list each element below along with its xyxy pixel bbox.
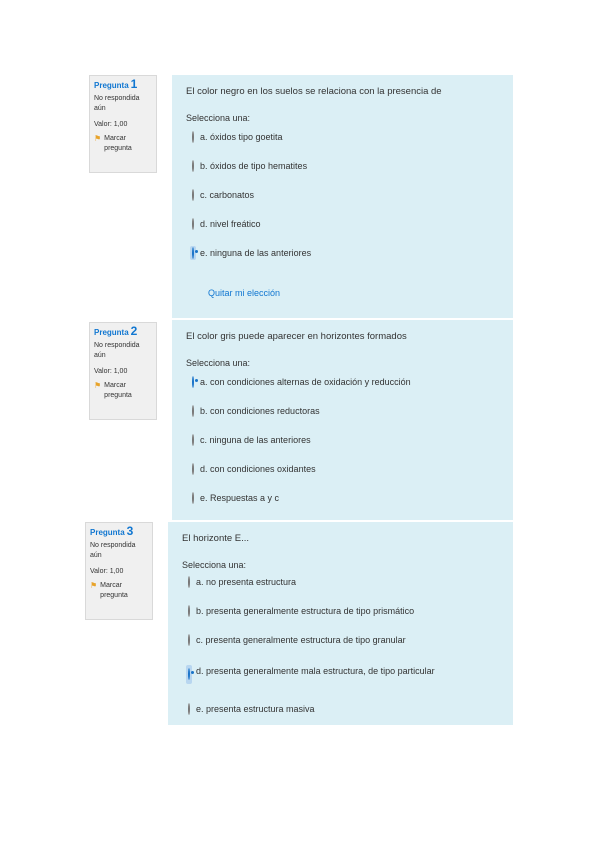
answer-option-b[interactable]: b. óxidos de tipo hematites: [192, 160, 308, 172]
question-text: El horizonte E...: [182, 533, 250, 544]
answer-option-label: b. presenta generalmente estructura de t…: [196, 606, 415, 616]
question-label: Pregunta: [94, 328, 129, 337]
question-value: Valor: 1,00: [90, 568, 124, 575]
radio-button[interactable]: [192, 218, 194, 230]
flag-icon: ⚑: [90, 581, 98, 590]
question-status: No respondida aún: [90, 542, 136, 559]
answer-option-c[interactable]: c. ninguna de las anteriores: [192, 434, 311, 446]
answer-option-e[interactable]: e. Respuestas a y c: [192, 492, 280, 504]
answer-option-label: e. ninguna de las anteriores: [200, 248, 312, 258]
question-content-1: El color negro en los suelos se relacion…: [172, 75, 513, 318]
radio-button[interactable]: [192, 434, 194, 446]
answer-option-e[interactable]: e. ninguna de las anteriores: [190, 246, 312, 260]
answer-prompt: Selecciona una:: [182, 560, 247, 570]
flag-question-label: Marcar pregunta: [104, 382, 132, 399]
answer-option-c[interactable]: c. presenta generalmente estructura de t…: [188, 634, 406, 646]
answer-option-label: a. no presenta estructura: [196, 577, 297, 587]
answer-option-label: a. óxidos tipo goetita: [200, 132, 283, 142]
question-status: No respondida aún: [94, 342, 140, 359]
radio-button[interactable]: [192, 463, 194, 475]
flag-icon: ⚑: [94, 134, 102, 143]
question-label: Pregunta: [90, 528, 125, 537]
answer-option-label: e. presenta estructura masiva: [196, 704, 315, 714]
question-info-1: Pregunta 1 No respondida aún Valor: 1,00…: [89, 75, 157, 173]
answer-option-label: e. Respuestas a y c: [200, 493, 280, 503]
answer-option-label: b. óxidos de tipo hematites: [200, 161, 308, 171]
flag-question-button[interactable]: ⚑ Marcar pregunta: [94, 381, 152, 401]
flag-question-label: Marcar pregunta: [104, 135, 132, 152]
radio-button-selected[interactable]: [192, 376, 194, 388]
question-info-3: Pregunta 3 No respondida aún Valor: 1,00…: [85, 522, 153, 620]
answer-option-label: d. presenta generalmente mala estructura…: [196, 666, 435, 676]
answer-option-label: c. ninguna de las anteriores: [200, 435, 311, 445]
flag-question-label: Marcar pregunta: [100, 582, 128, 599]
radio-button[interactable]: [188, 576, 190, 588]
radio-button[interactable]: [192, 131, 194, 143]
answer-option-b[interactable]: b. con condiciones reductoras: [192, 405, 320, 417]
answer-option-label: c. carbonatos: [200, 190, 255, 200]
radio-button-selected[interactable]: [188, 668, 190, 680]
radio-button[interactable]: [188, 703, 190, 715]
answer-option-label: b. con condiciones reductoras: [200, 406, 320, 416]
question-number: 1: [130, 77, 138, 91]
question-label: Pregunta: [94, 81, 129, 90]
answer-option-e[interactable]: e. presenta estructura masiva: [188, 703, 315, 715]
answer-option-a[interactable]: a. con condiciones alternas de oxidación…: [192, 376, 411, 388]
answer-option-d[interactable]: d. nivel freático: [192, 218, 261, 230]
answer-option-d[interactable]: d. con condiciones oxidantes: [192, 463, 316, 475]
flag-icon: ⚑: [94, 381, 102, 390]
flag-question-button[interactable]: ⚑ Marcar pregunta: [94, 134, 152, 154]
question-number: 2: [130, 324, 138, 338]
answer-option-b[interactable]: b. presenta generalmente estructura de t…: [188, 605, 415, 617]
answer-option-c[interactable]: c. carbonatos: [192, 189, 255, 201]
clear-choice-link[interactable]: Quitar mi elección: [208, 288, 280, 298]
radio-button[interactable]: [188, 634, 190, 646]
answer-option-label: d. nivel freático: [200, 219, 261, 229]
radio-button[interactable]: [192, 160, 194, 172]
question-value: Valor: 1,00: [94, 368, 128, 375]
answer-option-label: d. con condiciones oxidantes: [200, 464, 316, 474]
radio-button-selected[interactable]: [192, 247, 194, 259]
answer-option-a[interactable]: a. no presenta estructura: [188, 576, 297, 588]
question-text: El color gris puede aparecer en horizont…: [186, 331, 407, 342]
radio-button[interactable]: [192, 189, 194, 201]
flag-question-button[interactable]: ⚑ Marcar pregunta: [90, 581, 148, 601]
answer-option-label: c. presenta generalmente estructura de t…: [196, 635, 406, 645]
answer-option-d[interactable]: d. presenta generalmente mala estructura…: [186, 664, 458, 684]
question-value: Valor: 1,00: [94, 121, 128, 128]
radio-button[interactable]: [188, 605, 190, 617]
question-number: 3: [126, 524, 134, 538]
question-text: El color negro en los suelos se relacion…: [186, 86, 442, 97]
radio-button[interactable]: [192, 405, 194, 417]
question-content-2: El color gris puede aparecer en horizont…: [172, 320, 513, 520]
question-content-3: El horizonte E... Selecciona una: a. no …: [168, 522, 513, 725]
answer-option-label: a. con condiciones alternas de oxidación…: [200, 377, 411, 387]
answer-prompt: Selecciona una:: [186, 113, 251, 123]
answer-option-a[interactable]: a. óxidos tipo goetita: [192, 131, 283, 143]
question-info-2: Pregunta 2 No respondida aún Valor: 1,00…: [89, 322, 157, 420]
radio-button[interactable]: [192, 492, 194, 504]
answer-prompt: Selecciona una:: [186, 358, 251, 368]
question-status: No respondida aún: [94, 95, 140, 112]
